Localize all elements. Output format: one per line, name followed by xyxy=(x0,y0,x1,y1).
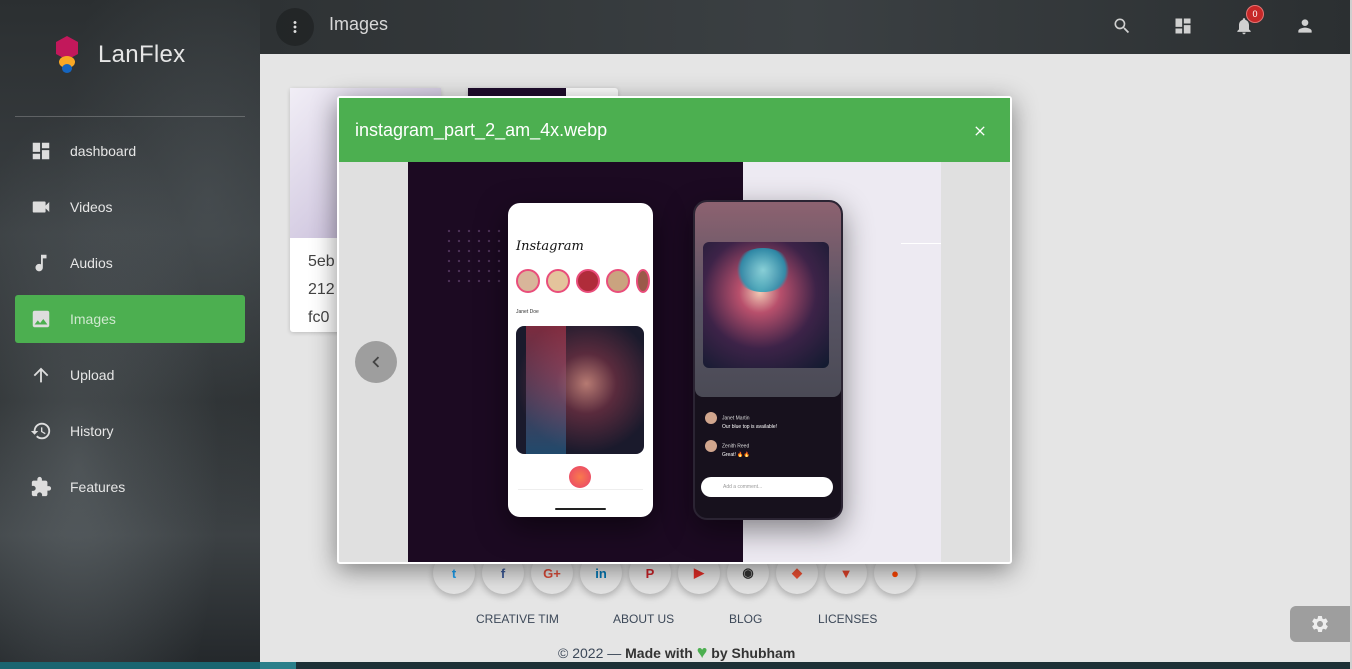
phone-mockup-post: Janet Martin Our blue top is available! … xyxy=(693,200,843,520)
home-indicator xyxy=(555,508,606,510)
comment-user: Janet Martin xyxy=(722,415,750,422)
previous-button[interactable] xyxy=(355,341,397,383)
modal-title: instagram_part_2_am_4x.webp xyxy=(355,120,608,140)
post-username: Janet Doe xyxy=(516,309,539,315)
divider xyxy=(901,243,941,244)
modal-header: instagram_part_2_am_4x.webp xyxy=(339,98,1010,162)
comment: Zenith Reed Great! 🔥🔥 xyxy=(705,440,831,458)
comment-input: Add a comment... xyxy=(701,477,833,497)
instagram-logo: Instagram xyxy=(516,239,584,254)
image-preview-modal: instagram_part_2_am_4x.webp Instagram Ja… xyxy=(337,96,1012,564)
chevron-left-icon xyxy=(372,356,380,368)
comment-text: Our blue top is available! xyxy=(722,424,778,430)
comment-user: Zenith Reed xyxy=(722,443,750,450)
story-avatar xyxy=(636,269,650,293)
dot-pattern xyxy=(444,226,506,288)
avatar xyxy=(705,412,717,424)
close-button[interactable] xyxy=(968,119,992,143)
comment: Janet Martin Our blue top is available! xyxy=(705,412,831,430)
modal-overlay: instagram_part_2_am_4x.webp Instagram Ja… xyxy=(0,0,1352,669)
story-avatar xyxy=(546,269,570,293)
post-image xyxy=(703,242,829,368)
post-image xyxy=(516,326,644,454)
close-icon xyxy=(975,126,985,136)
phone-nav-bar xyxy=(518,489,643,499)
add-post-icon xyxy=(569,466,591,488)
story-avatar xyxy=(606,269,630,293)
avatar xyxy=(705,440,717,452)
story-avatar xyxy=(516,269,540,293)
image-preview: Instagram Janet Doe Janet Martin Our blu… xyxy=(408,162,941,562)
comment-text: Great! 🔥🔥 xyxy=(722,452,750,458)
story-avatar xyxy=(576,269,600,293)
phone-mockup-feed: Instagram Janet Doe xyxy=(508,203,653,517)
